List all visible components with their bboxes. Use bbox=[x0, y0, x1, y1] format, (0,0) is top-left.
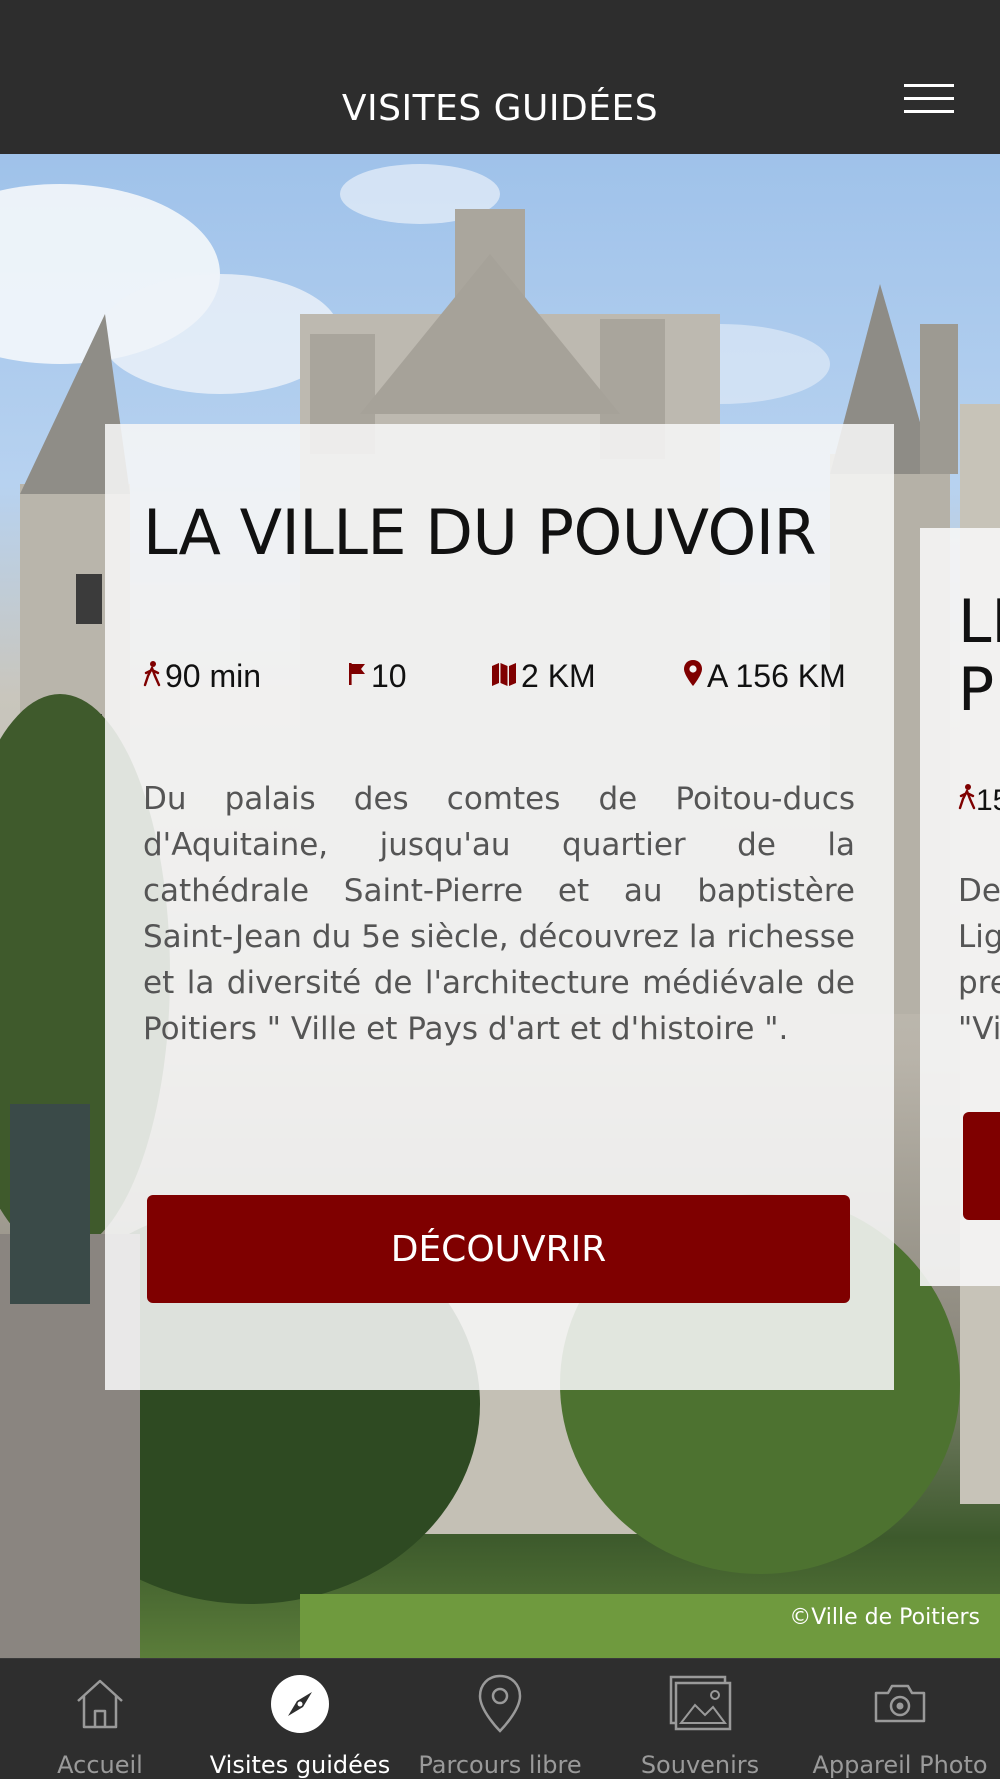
next-tour-description: De Lig pre "Vi bbox=[958, 868, 1000, 1052]
tab-label: Souvenirs bbox=[640, 1751, 760, 1779]
discover-button[interactable]: DÉCOUVRIR bbox=[147, 1195, 850, 1303]
map-pin-icon bbox=[475, 1673, 525, 1740]
tab-parcours-libre[interactable]: Parcours libre bbox=[400, 1659, 600, 1779]
stat-duration: 90 min bbox=[143, 658, 261, 695]
stat-stops: 10 bbox=[347, 658, 407, 695]
stat-stops-value: 10 bbox=[371, 658, 407, 694]
next-tour-card[interactable]: LI P 15 De Lig pre "Vi bbox=[920, 528, 1000, 1286]
tab-label: Appareil Photo bbox=[812, 1751, 988, 1779]
stat-duration-value: 90 min bbox=[165, 658, 262, 694]
next-tour-duration-value: 15 bbox=[976, 784, 1000, 817]
hamburger-menu-icon[interactable] bbox=[900, 82, 956, 118]
walking-icon bbox=[143, 658, 161, 695]
tab-accueil[interactable]: Accueil bbox=[0, 1659, 200, 1779]
next-desc-line: De bbox=[958, 873, 1000, 909]
next-desc-line: "Vi bbox=[958, 1011, 1000, 1047]
tab-visites-guidees[interactable]: Visites guidées bbox=[200, 1659, 400, 1779]
tour-card: LA VILLE DU POUVOIR 90 min 10 2 KM A 156… bbox=[105, 424, 894, 1390]
flag-icon bbox=[347, 658, 367, 695]
compass-icon bbox=[269, 1673, 331, 1740]
tab-label: Accueil bbox=[57, 1751, 143, 1779]
home-icon bbox=[70, 1673, 130, 1738]
stat-location: A 156 KM bbox=[683, 658, 846, 695]
tour-stats: 90 min 10 2 KM A 156 KM bbox=[143, 658, 855, 698]
tab-appareil-photo[interactable]: Appareil Photo bbox=[800, 1659, 1000, 1779]
next-tour-title-line2: P bbox=[958, 655, 995, 725]
next-desc-line: Lig bbox=[958, 919, 1000, 955]
location-pin-icon bbox=[683, 658, 703, 695]
tab-label: Parcours libre bbox=[418, 1751, 582, 1779]
next-discover-button[interactable] bbox=[963, 1112, 1000, 1220]
walking-icon bbox=[958, 784, 976, 818]
tab-souvenirs[interactable]: Souvenirs bbox=[600, 1659, 800, 1779]
next-tour-duration: 15 bbox=[958, 784, 1000, 818]
stat-distance-value: 2 KM bbox=[521, 658, 596, 694]
page-title: VISITES GUIDÉES bbox=[341, 88, 659, 129]
next-tour-title: LI P bbox=[958, 588, 1000, 724]
stat-location-value: A 156 KM bbox=[707, 658, 846, 694]
map-icon bbox=[491, 658, 517, 695]
tour-description: Du palais des comtes de Poitou-ducs d'Aq… bbox=[143, 781, 855, 1047]
next-tour-title-line1: LI bbox=[958, 587, 1000, 657]
camera-icon bbox=[870, 1673, 930, 1738]
stat-distance: 2 KM bbox=[491, 658, 596, 695]
bottom-tab-bar: Accueil Visites guidées Parcours libre S… bbox=[0, 1658, 1000, 1779]
tour-title: LA VILLE DU POUVOIR bbox=[143, 496, 817, 569]
photos-icon bbox=[667, 1673, 733, 1740]
photo-credit: ©Ville de Poitiers bbox=[789, 1605, 980, 1630]
next-desc-line: pre bbox=[958, 965, 1000, 1001]
app-header: VISITES GUIDÉES bbox=[0, 0, 1000, 154]
tab-label: Visites guidées bbox=[209, 1751, 391, 1779]
